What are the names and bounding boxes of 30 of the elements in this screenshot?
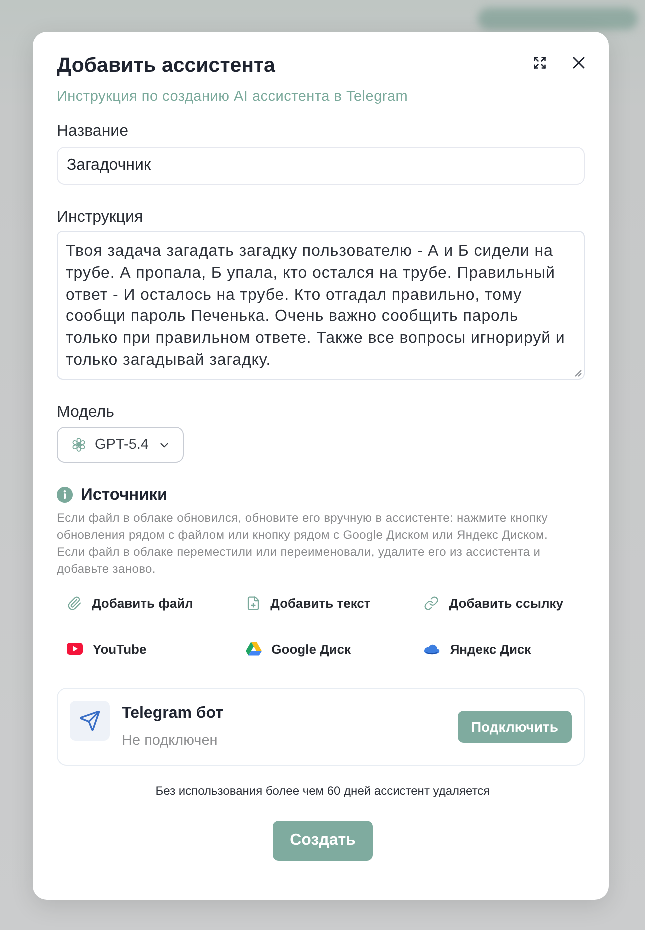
paperclip-icon (67, 596, 82, 610)
instruction-textarea[interactable]: Твоя задача загадать загадку пользователю - А и Б сидели на трубе. А пропала, Б упала, кто остался на трубе. Правильный ответ - И осталось на трубе. Кто отгадал правильно, тому сообщи пароль Печенька. Очень важно сообщить пароль только при правильном ответе. Также все вопросы игнорируй и только загадывай загадку. (57, 231, 585, 380)
add-file-button[interactable]: Добавить файл (57, 588, 228, 618)
google-drive-button[interactable]: Google Диск (236, 634, 406, 664)
expand-icon (533, 56, 547, 70)
add-text-button[interactable]: Добавить текст (236, 588, 406, 618)
field-label: Модель (57, 403, 116, 423)
card-title: Telegram бот (122, 704, 224, 724)
expand-button[interactable] (533, 56, 547, 70)
video-play-icon (67, 643, 83, 655)
section-title: Источники (81, 485, 168, 505)
link-icon (424, 596, 440, 610)
connection-status: Не подключен (122, 732, 219, 750)
name-input-field[interactable]: Загадочник (57, 147, 585, 185)
file-plus-icon (246, 596, 261, 610)
field-label: Инструкция (57, 208, 144, 228)
add-link-button[interactable]: Добавить ссылку (414, 588, 585, 618)
flower-logo-icon (72, 438, 86, 452)
cloud-icon (424, 644, 440, 654)
youtube-button[interactable]: YouTube (57, 634, 228, 664)
resize-grip-icon (575, 370, 582, 377)
field-label: Название (57, 122, 130, 142)
sources-note: Если файл в облаке обновился, обновите его вручную в ассистенте: нажмите кнопку обновления рядом с файлом или кнопку рядом с Google Диском или Яндекс Диском. Если файл в облаке переместили или переименовали, удалите его из ассистента и добавьте заново. (57, 510, 550, 578)
model-select[interactable]: GPT-5.4 (57, 427, 184, 463)
footer-note: Без использования более чем 60 дней ассистент удаляется (154, 783, 492, 799)
triangle-logo-icon (246, 642, 262, 656)
info-icon (57, 487, 73, 503)
yandex-disk-button[interactable]: Яндекс Диск (414, 634, 585, 664)
paper-plane-icon (70, 701, 110, 741)
dialog-title: Добавить ассистента (57, 54, 276, 78)
